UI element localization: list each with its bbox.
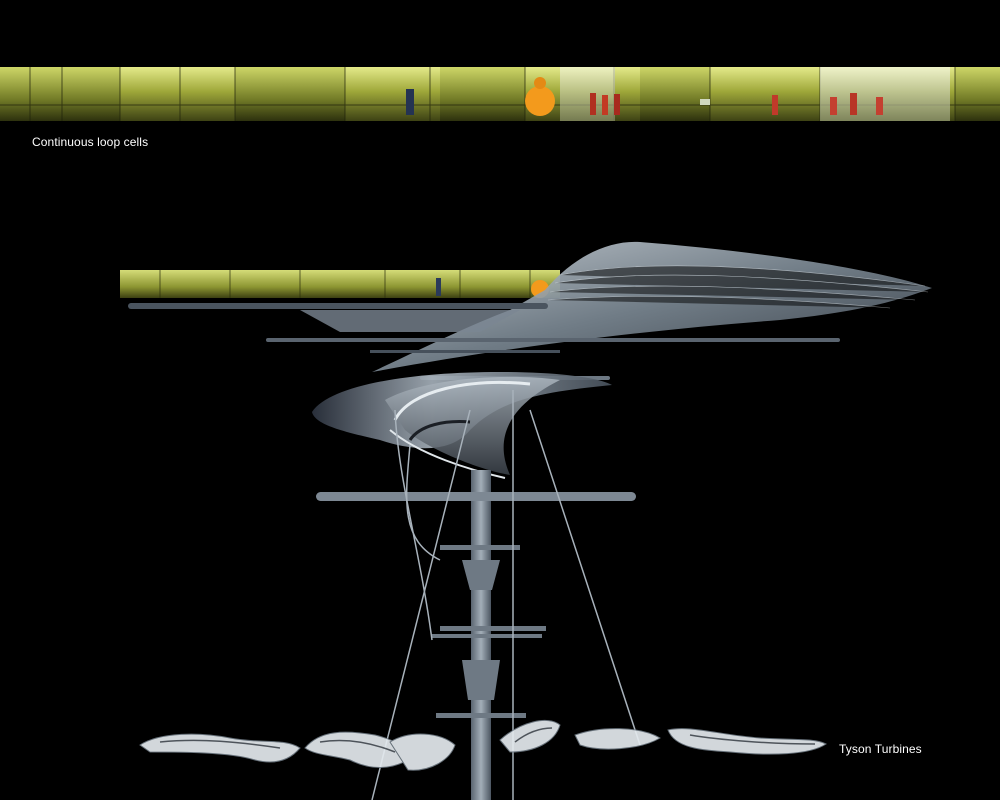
caption-tyson-turbines: Tyson Turbines <box>839 742 922 756</box>
tower-illustration <box>120 241 932 800</box>
cell-band <box>120 270 560 298</box>
